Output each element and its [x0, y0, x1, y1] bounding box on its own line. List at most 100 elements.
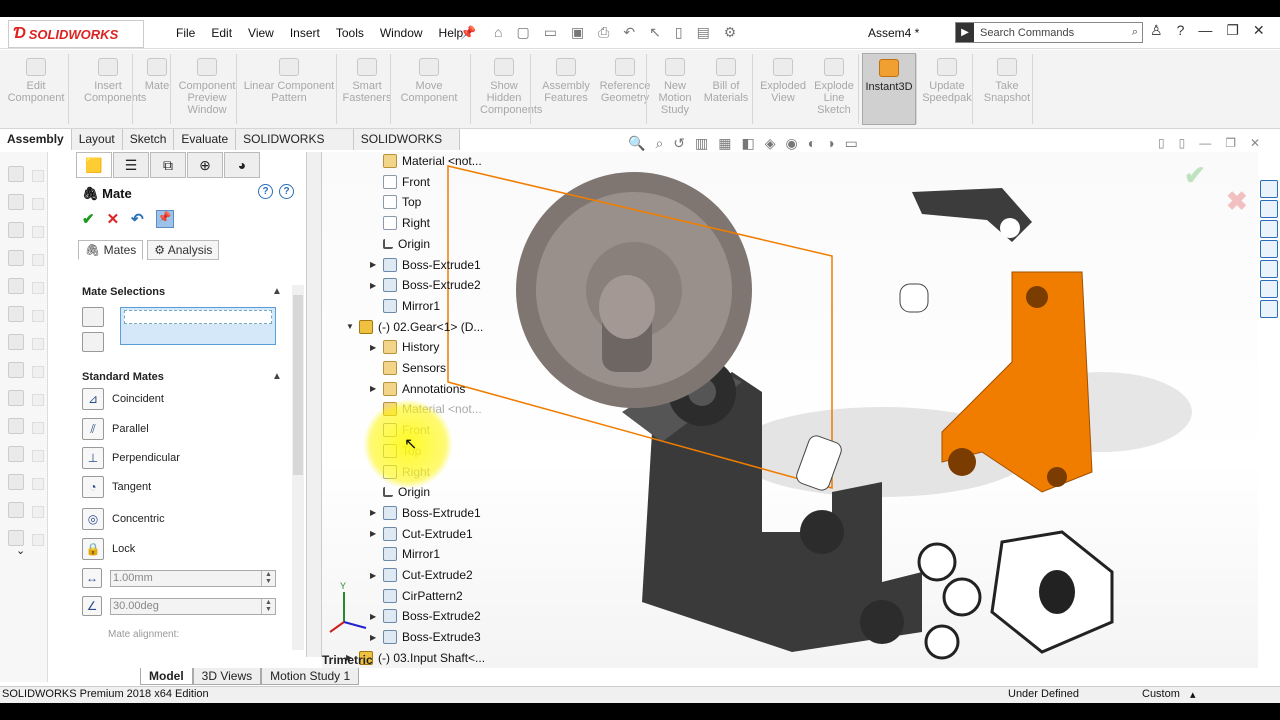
left-toolbar-flyout-icon[interactable] — [32, 506, 44, 518]
pin-icon[interactable]: 📌 — [460, 25, 476, 41]
file-properties-icon[interactable]: ▤ — [697, 24, 710, 41]
open-folder-icon[interactable]: ▭ — [544, 24, 557, 41]
selection-field[interactable] — [124, 310, 272, 324]
collapse-chevron-icon[interactable]: ▲ — [272, 286, 282, 297]
viewport-restore-icon[interactable]: ❐ — [1225, 136, 1236, 150]
ribbon-button-assembly-features[interactable]: Assembly Features — [536, 58, 596, 104]
left-toolbar-icon[interactable] — [8, 166, 24, 182]
left-toolbar-flyout-icon[interactable] — [32, 478, 44, 490]
tab-analysis[interactable]: ⚙ Analysis — [147, 240, 220, 260]
left-toolbar-icon[interactable] — [8, 334, 24, 350]
tree-node-boss-extrude3[interactable]: ▶ Boss-Extrude3 — [370, 630, 481, 645]
left-toolbar-flyout-icon[interactable] — [32, 254, 44, 266]
close-icon[interactable]: ✕ — [1253, 22, 1265, 39]
left-toolbar-flyout-icon[interactable] — [32, 310, 44, 322]
left-toolbar-icon[interactable] — [8, 390, 24, 406]
expand-toggle-icon[interactable]: ▶ — [370, 508, 378, 517]
expand-toggle-icon[interactable]: ▶ — [370, 633, 378, 642]
left-toolbar-flyout-icon[interactable] — [32, 170, 44, 182]
rebuild-icon[interactable]: ▯ — [675, 24, 683, 41]
tree-node-boss-extrude2[interactable]: ▶ Boss-Extrude2 — [370, 278, 481, 293]
left-toolbar-icon[interactable] — [8, 278, 24, 294]
multiple-mate-mode-icon[interactable] — [82, 332, 104, 352]
edit-appearance-icon[interactable]: ◐ — [808, 135, 816, 152]
viewport-minimize-icon[interactable]: — — [1199, 136, 1211, 150]
tab-assembly[interactable]: Assembly — [0, 129, 72, 150]
left-toolbar-flyout-icon[interactable] — [32, 450, 44, 462]
help-icon[interactable]: ? — [1177, 22, 1185, 39]
display-manager-tab-icon[interactable]: ◕ — [224, 152, 260, 178]
gear-part[interactable] — [516, 172, 752, 408]
menu-item-file[interactable]: File — [168, 26, 203, 40]
expand-toggle-icon[interactable]: ▼ — [346, 322, 354, 331]
left-toolbar-flyout-icon[interactable] — [32, 422, 44, 434]
whats-wrong-icon[interactable]: ? — [258, 184, 273, 199]
left-toolbar-icon[interactable] — [8, 194, 24, 210]
menu-item-insert[interactable]: Insert — [282, 26, 328, 40]
tree-node-material-not[interactable]: Material <not... — [370, 154, 482, 168]
tree-node-cut-extrude2[interactable]: ▶ Cut-Extrude2 — [370, 568, 473, 582]
ribbon-button-component-preview-window[interactable]: Component Preview Window — [176, 58, 238, 116]
tree-node-annotations[interactable]: ▶ Annotations — [370, 381, 465, 396]
view-palette-icon[interactable] — [1260, 240, 1278, 258]
angle-icon[interactable]: ∠ — [82, 596, 102, 616]
tree-node-front[interactable]: Front — [370, 174, 430, 189]
confirm-check-icon[interactable]: ✔ — [1184, 160, 1206, 191]
mate-lock[interactable]: 🔒 Lock — [82, 538, 135, 560]
print-icon[interactable]: ⎙ — [598, 24, 609, 41]
tab-mates[interactable]: 🖇 Mates — [78, 240, 144, 260]
menu-item-tools[interactable]: Tools — [328, 26, 372, 40]
keep-visible-pin-icon[interactable]: 📌 — [155, 210, 174, 228]
tree-node-cirpattern2[interactable]: CirPattern2 — [370, 588, 463, 603]
tree-node-origin[interactable]: Origin — [370, 237, 430, 251]
unit-system[interactable]: Custom — [1142, 688, 1180, 700]
custom-properties-icon[interactable] — [1260, 280, 1278, 298]
ribbon-button-mate[interactable]: Mate — [142, 58, 172, 92]
tree-node-mirror1[interactable]: Mirror1 — [370, 547, 440, 562]
left-toolbar-icon[interactable] — [8, 222, 24, 238]
expand-toggle-icon[interactable]: ▶ — [370, 529, 378, 538]
expand-toggle-icon[interactable]: ▶ — [370, 612, 378, 621]
tree-node-boss-extrude2[interactable]: ▶ Boss-Extrude2 — [370, 609, 481, 624]
zoom-to-fit-icon[interactable]: 🔍 — [628, 135, 645, 152]
undo-icon[interactable]: ↶ — [623, 24, 635, 41]
angle-spinbox[interactable]: 30.00deg ▲ ▼ — [110, 598, 276, 615]
tree-node-mirror1[interactable]: Mirror1 — [370, 298, 440, 313]
distance-spinbox[interactable]: 1.00mm ▲ ▼ — [110, 570, 276, 587]
forum-icon[interactable] — [1260, 300, 1278, 318]
left-toolbar-icon[interactable] — [8, 418, 24, 434]
mate-parallel[interactable]: ⫽ Parallel — [82, 418, 149, 440]
small-pin[interactable] — [899, 283, 929, 313]
tab-solidworks-add-ins[interactable]: SOLIDWORKS Add-Ins — [236, 129, 354, 166]
distance-icon[interactable]: ↔ — [82, 568, 102, 588]
search-magnifier-icon[interactable]: ⌕ — [1132, 26, 1142, 39]
panel-splitter[interactable] — [306, 152, 322, 657]
ribbon-button-insert-components[interactable]: Insert Components — [84, 58, 146, 104]
ok-check-icon[interactable]: ✔ — [82, 210, 95, 228]
save-icon[interactable]: ▣ — [571, 24, 584, 41]
view-settings-icon[interactable]: ▭ — [845, 135, 858, 152]
tree-node-cut-extrude1[interactable]: ▶ Cut-Extrude1 — [370, 526, 473, 541]
expand-toggle-icon[interactable]: ▶ — [370, 571, 378, 580]
home-taskpane-icon[interactable] — [1260, 180, 1278, 198]
spin-arrows-icon[interactable]: ▲ ▼ — [261, 571, 275, 586]
tab-solidworks-mbd[interactable]: SOLIDWORKS MBD — [353, 129, 460, 166]
mate-selection-box[interactable] — [120, 307, 276, 345]
restore-icon[interactable]: ❐ — [1226, 22, 1239, 39]
tab-model[interactable]: Model — [140, 668, 193, 685]
viewport-left-icon[interactable]: ▯ — [1158, 136, 1165, 150]
left-toolbar-icon[interactable] — [8, 306, 24, 322]
left-toolbar-icon[interactable] — [8, 502, 24, 518]
expand-toggle-icon[interactable]: ▶ — [370, 384, 378, 393]
left-toolbar-flyout-icon[interactable] — [32, 198, 44, 210]
options-gear-icon[interactable]: ⚙ — [724, 24, 737, 41]
previous-view-icon[interactable]: ↺ — [673, 135, 685, 152]
tree-node-sensors[interactable]: Sensors — [370, 361, 446, 375]
mate-perpendicular[interactable]: ⊥ Perpendicular — [82, 447, 180, 469]
collapse-chevron-icon[interactable]: ▲ — [272, 371, 282, 382]
search-commands-box[interactable]: ▶ Search Commands ⌕ — [955, 22, 1143, 43]
design-library-icon[interactable] — [1260, 200, 1278, 218]
solidworks-logo[interactable]: Ɗ SOLIDWORKS — [8, 20, 144, 48]
appearances-icon[interactable] — [1260, 260, 1278, 278]
cancel-x-icon[interactable]: ✕ — [107, 210, 120, 228]
